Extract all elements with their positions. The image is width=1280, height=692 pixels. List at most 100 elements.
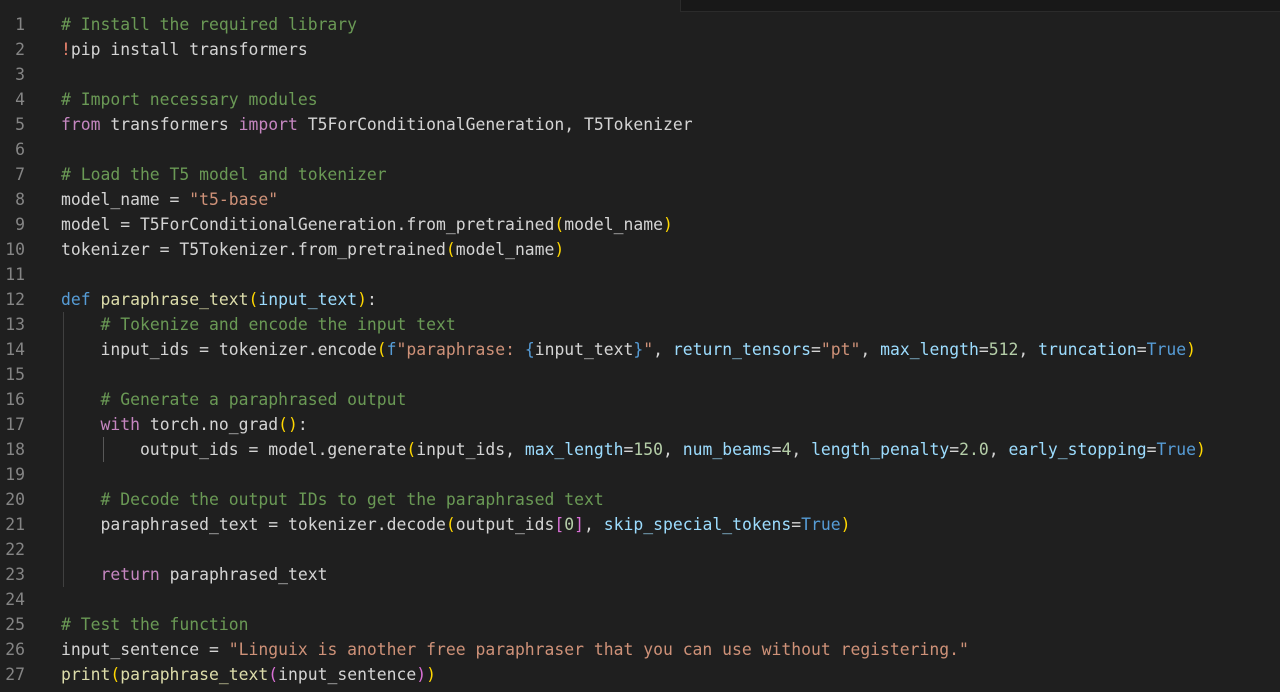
code-line[interactable]: 20 # Decode the output IDs to get the pa… [0,487,1280,512]
code-token: input_sentence = [61,640,229,659]
code-token: ( [445,515,456,534]
code-line[interactable]: 18 output_ids = model.generate(input_ids… [0,437,1280,462]
code-line[interactable]: 1 # Install the required library [0,12,1280,37]
code-token: 2.0 [959,440,989,459]
code-line[interactable]: 4 # Import necessary modules [0,87,1280,112]
code-line[interactable]: 23 return paraphrased_text [0,562,1280,587]
code-token: input_text [534,340,634,359]
code-token: ( [554,215,565,234]
code-token: ) [1186,340,1196,359]
code-token: : [297,415,308,434]
code-line[interactable]: 15 [0,362,1280,387]
code-line[interactable]: 2 !pip install transformers [0,37,1280,62]
code-token: tokenizer = T5Tokenizer.from_pretrained [61,240,446,259]
code-line[interactable]: 17 with torch.no_grad(): [0,412,1280,437]
line-content: output_ids = model.generate(input_ids, m… [61,437,1206,462]
line-number: 1 [15,15,25,34]
code-token: ! [61,40,71,59]
code-line[interactable]: 9 model = T5ForConditionalGeneration.from… [0,212,1280,237]
code-token: = [791,515,802,534]
code-token: { [524,340,535,359]
code-token: ] [574,515,585,534]
code-token: pip install transformers [70,40,308,59]
code-token: ) [416,665,427,684]
code-token: max_length [880,340,979,359]
code-editor[interactable]: 1 # Install the required library 2 !pip ins… [0,0,1280,692]
code-token: input_ids = tokenizer.encode [61,340,377,359]
code-token: ( [268,665,279,684]
line-number: 18 [5,440,25,459]
code-line[interactable]: 16 # Generate a paraphrased output [0,387,1280,412]
code-token: return_tensors [672,340,812,359]
line-number: 8 [15,190,25,209]
code-line[interactable]: 6 [0,137,1280,162]
code-line[interactable]: 10 tokenizer = T5Tokenizer.from_pretraine… [0,237,1280,262]
code-line[interactable]: 22 [0,537,1280,562]
code-token: model_name [564,215,663,234]
code-line[interactable]: 19 [0,462,1280,487]
line-number: 25 [5,615,25,634]
code-line[interactable]: 21 paraphrased_text = tokenizer.decode(o… [0,512,1280,537]
line-content: # Load the T5 model and tokenizer [61,162,387,187]
line-number: 24 [5,590,25,609]
code-token: "pt" [820,340,861,359]
code-line[interactable]: 13 # Tokenize and encode the input text [0,312,1280,337]
line-number: 2 [15,40,25,59]
code-line[interactable]: 14 input_ids = tokenizer.encode(f"paraph… [0,337,1280,362]
code-token: f [386,340,397,359]
line-number: 16 [5,390,25,409]
code-token: max_length [524,440,624,459]
line-number: 4 [15,90,25,109]
code-token: length_penalty [811,440,950,459]
code-token: "Linguix is another free paraphraser tha… [228,640,969,659]
code-token: model = T5ForConditionalGeneration.from_… [61,215,555,234]
code-line[interactable]: 25 # Test the function [0,612,1280,637]
code-token: } [633,340,644,359]
code-area[interactable]: 1 # Install the required library 2 !pip ins… [0,12,1280,692]
code-token: # Generate a paraphrased output [100,390,407,409]
code-token: , [988,440,1009,459]
code-line[interactable]: 5 from transformers import T5ForCondition… [0,112,1280,137]
line-content: # Generate a paraphrased output [61,387,406,412]
line-number: 9 [15,215,25,234]
code-token: () [278,415,298,434]
code-line[interactable]: 27 print(paraphrase_text(input_sentence)) [0,662,1280,687]
code-token: , [584,515,604,534]
code-line[interactable]: 24 [0,587,1280,612]
code-line[interactable]: 7 # Load the T5 model and tokenizer [0,162,1280,187]
code-token: from [61,115,101,134]
line-number: 21 [5,515,25,534]
line-number: 3 [15,65,25,84]
code-line[interactable]: 12 def paraphrase_text(input_text): [0,287,1280,312]
code-token: def [61,290,91,309]
code-token: # Test the function [61,615,249,634]
code-line[interactable]: 8 model_name = "t5-base" [0,187,1280,212]
code-token: print [61,665,111,684]
code-token: import [238,115,298,134]
code-token: input_sentence [278,665,417,684]
code-token: paraphrase_text [100,290,249,309]
line-content: paraphrased_text = tokenizer.decode(outp… [61,512,850,537]
tab-bar [0,0,1280,12]
line-content: # Decode the output IDs to get the parap… [61,487,603,512]
line-content: print(paraphrase_text(input_sentence)) [61,662,436,687]
line-number: 23 [5,565,25,584]
code-token: , [860,340,881,359]
code-token: ) [357,290,367,309]
active-tab-strip[interactable] [0,0,680,12]
line-number: 22 [5,540,25,559]
code-line[interactable]: 3 [0,62,1280,87]
code-token: ( [376,340,387,359]
code-token: = [1146,440,1157,459]
code-line[interactable]: 26 input_sentence = "Linguix is another f… [0,637,1280,662]
code-line[interactable]: 11 [0,262,1280,287]
line-content: # Test the function [61,612,249,637]
code-token: "paraphrase: [396,340,525,359]
line-number: 7 [15,165,25,184]
code-token: ) [554,240,565,259]
code-token: = [1136,340,1147,359]
code-token: True [1156,440,1196,459]
code-token: paraphrase_text [120,665,269,684]
code-token: = [623,440,634,459]
